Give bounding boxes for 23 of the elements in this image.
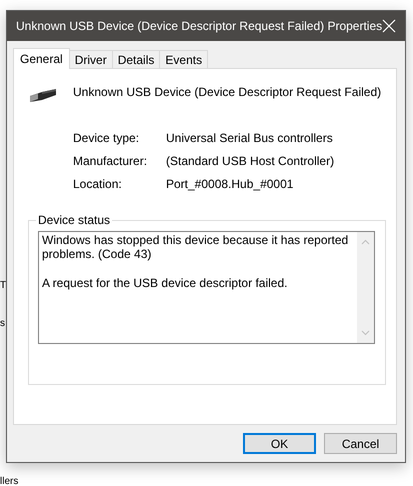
property-label: Device type: (73, 131, 140, 146)
dialog-button[interactable]: Cancel (324, 433, 397, 454)
close-icon[interactable] (382, 19, 396, 33)
status-message: A request for the USB device descriptor failed. (42, 276, 288, 290)
dialog-button[interactable]: OK (243, 433, 316, 454)
property-value: Port_#0008.Hub_#0001 (166, 177, 294, 192)
scroll-down-icon[interactable] (361, 330, 370, 336)
property-value: Universal Serial Bus controllers (166, 131, 334, 146)
property-label: Manufacturer: (73, 154, 148, 169)
background-text: s (0, 318, 5, 330)
tab[interactable]: Events (159, 50, 208, 68)
property-value: (Standard USB Host Controller) (166, 154, 336, 169)
scrollbar[interactable] (357, 232, 374, 343)
device-name: Unknown USB Device (Device Descriptor Request Failed) (73, 85, 382, 99)
window-title: Unknown USB Device (Device Descriptor Request Failed) Properties (16, 19, 382, 33)
tab[interactable]: General (13, 48, 70, 69)
usb-plug-icon (28, 87, 58, 103)
scroll-up-icon[interactable] (361, 239, 370, 245)
property-label: Location: (73, 177, 123, 192)
status-text-box[interactable]: Windows has stopped this device because it has reported problems. (Code 43) A request for the USB device descriptor failed. (38, 231, 375, 344)
status-message: Windows has stopped this device because it has reported problems. (Code 43) (42, 233, 350, 261)
background-text: llers (0, 476, 18, 486)
background-text: T (0, 280, 6, 292)
